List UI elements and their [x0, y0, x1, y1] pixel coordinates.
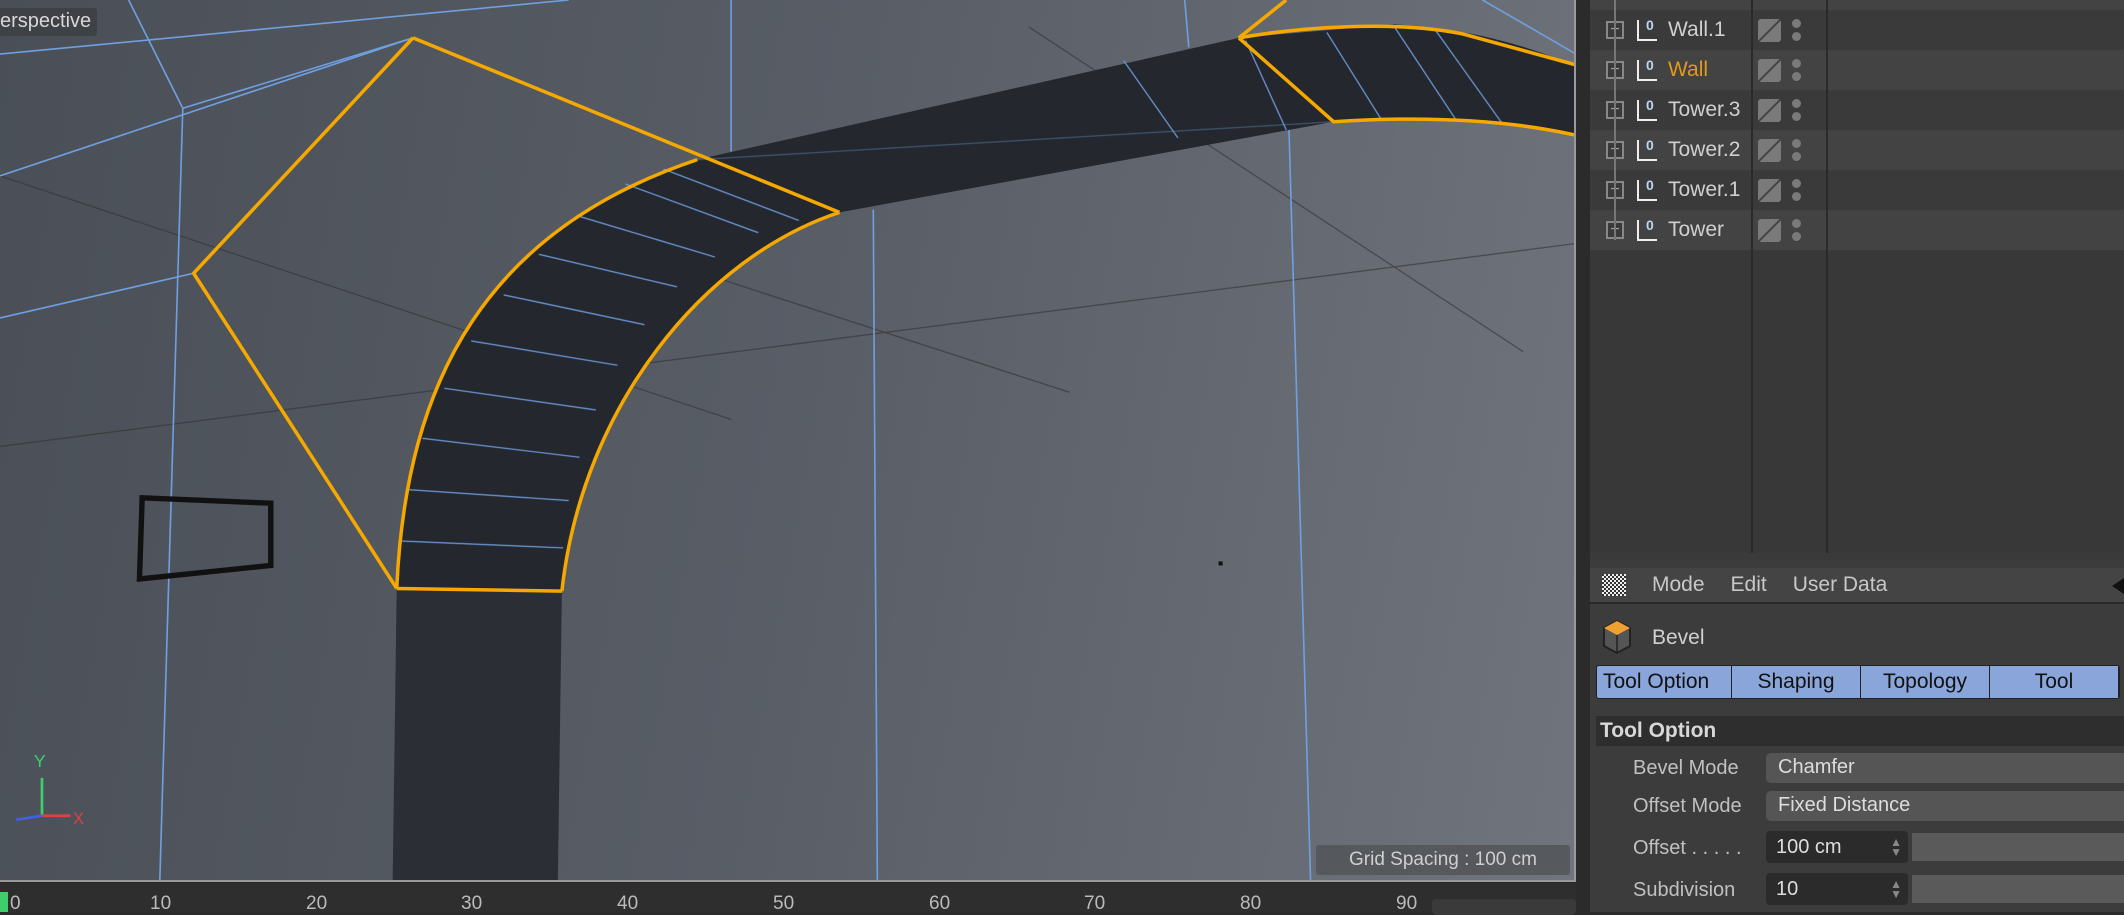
object-row[interactable]: + 0 Tower.1 — [1590, 170, 2124, 210]
bevel-mode-dropdown[interactable]: Chamfer — [1766, 753, 2124, 783]
offset-value: 100 cm — [1776, 836, 1842, 858]
3d-viewport[interactable]: Y X erspective Grid Spacing : 100 cm — [0, 0, 1576, 882]
column-divider[interactable] — [1751, 0, 1753, 553]
subdivision-label: Subdivision — [1633, 879, 1736, 901]
svg-text:0: 0 — [1646, 57, 1654, 73]
object-row-partial[interactable] — [1590, 0, 2124, 10]
null-object-icon: 0 — [1637, 97, 1657, 121]
wall-column — [392, 588, 562, 880]
column-divider[interactable] — [1826, 0, 1828, 553]
object-row[interactable]: + 0 Tower.3 — [1590, 90, 2124, 130]
back-arrow-icon[interactable] — [2112, 578, 2124, 594]
tool-tabs: Tool Option Shaping Topology Tool — [1596, 665, 2120, 699]
layer-icon[interactable] — [1758, 98, 1781, 122]
object-name[interactable]: Tower.1 — [1668, 178, 1740, 202]
null-object-icon: 0 — [1637, 177, 1657, 201]
stepper-icon[interactable]: ▲ ▼ — [1890, 878, 1902, 900]
menu-edit[interactable]: Edit — [1731, 573, 1767, 597]
bevel-tool-icon — [1603, 619, 1631, 655]
null-object-icon: 0 — [1637, 57, 1657, 81]
object-name[interactable]: Wall.1 — [1668, 18, 1726, 42]
tab-topology[interactable]: Topology — [1861, 666, 1990, 698]
editor-visibility-dot[interactable] — [1792, 219, 1801, 228]
grid-spacing-label: Grid Spacing : 100 cm — [1316, 845, 1570, 875]
axis-gizmo: Y X — [16, 751, 84, 828]
render-visibility-dot[interactable] — [1792, 112, 1801, 121]
object-row[interactable]: + 0 Wall — [1590, 50, 2124, 90]
object-manager: + 0 Wall.1 + 0 Wall + 0 Tower.3 + 0 Towe… — [1590, 0, 2124, 553]
object-name[interactable]: Tower.2 — [1668, 138, 1740, 162]
timeline[interactable]: 0 10 20 30 40 50 60 70 80 90 — [0, 884, 1576, 915]
point-marker — [1218, 561, 1223, 566]
svg-text:0: 0 — [1646, 17, 1654, 33]
tool-title: Bevel — [1652, 626, 1705, 649]
bevel-mode-label: Bevel Mode — [1633, 757, 1739, 779]
editor-visibility-dot[interactable] — [1792, 59, 1801, 68]
offset-label: Offset . . . . . — [1633, 837, 1742, 859]
camera-label[interactable]: erspective — [0, 8, 98, 36]
svg-text:Y: Y — [34, 751, 46, 771]
svg-text:0: 0 — [1646, 137, 1654, 153]
render-visibility-dot[interactable] — [1792, 232, 1801, 241]
viewport-scene: Y X — [0, 0, 1576, 880]
offset-mode-dropdown[interactable]: Fixed Distance — [1766, 791, 2124, 821]
offset-mode-label: Offset Mode — [1633, 795, 1742, 817]
render-visibility-dot[interactable] — [1792, 32, 1801, 41]
selected-polygons[interactable] — [396, 24, 1576, 592]
tree-line — [1614, 0, 1616, 240]
layer-icon[interactable] — [1758, 138, 1781, 162]
editor-visibility-dot[interactable] — [1792, 139, 1801, 148]
render-visibility-dot[interactable] — [1792, 192, 1801, 201]
render-visibility-dot[interactable] — [1792, 72, 1801, 81]
menu-user-data[interactable]: User Data — [1793, 573, 1888, 597]
object-name[interactable]: Wall — [1668, 58, 1708, 82]
object-row[interactable]: + 0 Wall.1 — [1590, 10, 2124, 50]
attribute-menu-bar: Mode Edit User Data — [1590, 568, 2124, 604]
subdivision-input[interactable]: 10 ▲ ▼ — [1766, 873, 1908, 905]
tab-tool-option[interactable]: Tool Option — [1597, 666, 1732, 698]
edges — [0, 0, 1574, 880]
layer-icon[interactable] — [1758, 178, 1781, 202]
subdivision-value: 10 — [1776, 878, 1799, 900]
render-visibility-dot[interactable] — [1792, 152, 1801, 161]
panel-grip-icon[interactable] — [1602, 574, 1626, 596]
object-row[interactable]: + 0 Tower — [1590, 210, 2124, 250]
stepper-icon[interactable]: ▲ ▼ — [1890, 836, 1902, 858]
object-row[interactable]: + 0 Tower.2 — [1590, 130, 2124, 170]
current-frame-marker[interactable] — [0, 892, 8, 912]
subdivision-slider[interactable] — [1912, 875, 2124, 903]
editor-visibility-dot[interactable] — [1792, 19, 1801, 28]
svg-text:X: X — [73, 810, 84, 828]
layer-icon[interactable] — [1758, 218, 1781, 242]
editor-visibility-dot[interactable] — [1792, 179, 1801, 188]
null-object-icon: 0 — [1637, 217, 1657, 241]
frame-field[interactable] — [1432, 899, 1576, 915]
svg-text:0: 0 — [1646, 177, 1654, 193]
object-name[interactable]: Tower.3 — [1668, 98, 1740, 122]
section-title: Tool Option — [1596, 716, 2124, 746]
right-panel: + 0 Wall.1 + 0 Wall + 0 Tower.3 + 0 Towe… — [1590, 0, 2124, 912]
editor-visibility-dot[interactable] — [1792, 99, 1801, 108]
small-object[interactable] — [136, 494, 274, 582]
svg-text:0: 0 — [1646, 97, 1654, 113]
null-object-icon: 0 — [1637, 137, 1657, 161]
svg-text:0: 0 — [1646, 217, 1654, 233]
object-name[interactable]: Tower — [1668, 218, 1724, 242]
layer-icon[interactable] — [1758, 18, 1781, 42]
attribute-manager: Mode Edit User Data Bevel Tool Option Sh… — [1590, 560, 2124, 912]
offset-input[interactable]: 100 cm ▲ ▼ — [1766, 831, 1908, 863]
tab-tool[interactable]: Tool — [1990, 666, 2119, 698]
offset-slider[interactable] — [1912, 833, 2124, 861]
tab-shaping[interactable]: Shaping — [1732, 666, 1861, 698]
layer-icon[interactable] — [1758, 58, 1781, 82]
null-object-icon: 0 — [1637, 17, 1657, 41]
menu-mode[interactable]: Mode — [1652, 573, 1705, 597]
